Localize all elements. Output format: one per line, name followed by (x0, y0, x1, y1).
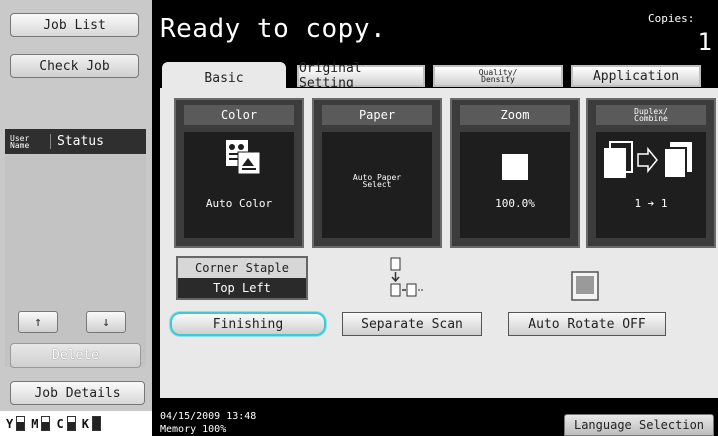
job-list-button[interactable]: Job List (10, 13, 139, 37)
toner-black: K (82, 416, 101, 431)
delete-button[interactable]: Delete (10, 343, 141, 368)
toner-letter: M (31, 416, 39, 431)
auto-rotate-off-button[interactable]: Auto Rotate OFF (508, 312, 666, 336)
tab-original-setting[interactable]: Original Setting (297, 61, 425, 91)
tab-application[interactable]: Application (571, 65, 701, 87)
date-time: 04/15/2009 13:48 (160, 411, 257, 422)
zoom-display: 100.0% (460, 132, 570, 238)
main-panel: Ready to copy. Copies: 1 Basic Original … (152, 0, 718, 436)
paper-setting-button[interactable]: Paper Auto Paper Select (312, 98, 442, 248)
basic-settings-panel: Color Auto Color Paper Auto Paper Select… (160, 88, 718, 398)
arrow-up-icon: ↑ (34, 314, 42, 330)
left-panel: Job List Check Job User Name Status ↑ ↓ … (0, 0, 152, 436)
status-column-header: Status (50, 134, 104, 149)
memory-status: Memory 100% (160, 424, 227, 435)
zoom-value: 100.0% (495, 197, 535, 210)
staple-type: Corner Staple (178, 258, 306, 278)
color-display: Auto Color (184, 132, 294, 238)
toner-letter: C (56, 416, 64, 431)
separate-scan-icon (390, 257, 423, 297)
color-value: Auto Color (205, 197, 273, 210)
color-setting-button[interactable]: Color Auto Color (174, 98, 304, 248)
duplex-title: Duplex/ Combine (596, 105, 706, 125)
color-document-icon (226, 140, 261, 175)
tab-quality-density[interactable]: Quality/ Density (433, 65, 563, 87)
toner-levels: Y M C K (0, 411, 152, 436)
finishing-button[interactable]: Finishing (170, 312, 326, 336)
paper-value: Auto Paper Select (352, 173, 402, 189)
arrow-down-icon: ↓ (102, 314, 110, 330)
duplex-value: 1 ➔ 1 (634, 197, 668, 210)
toner-letter: Y (6, 416, 14, 431)
staple-position: Top Left (178, 278, 306, 298)
color-title: Color (184, 105, 294, 125)
check-job-button[interactable]: Check Job (10, 54, 139, 78)
paper-display: Auto Paper Select (322, 132, 432, 238)
job-details-button[interactable]: Job Details (10, 381, 145, 405)
language-selection-button[interactable]: Language Selection (564, 414, 714, 436)
copies-label: Copies: (648, 12, 695, 25)
toner-level-icon (41, 416, 51, 431)
toner-cyan: C (56, 416, 76, 431)
scroll-up-button[interactable]: ↑ (18, 311, 58, 333)
copies-count: 1 (697, 28, 712, 56)
paper-title: Paper (322, 105, 432, 125)
toner-yellow: Y (6, 416, 26, 431)
toner-level-icon (66, 416, 76, 431)
toner-level-icon (91, 416, 101, 431)
toner-level-icon (16, 416, 26, 431)
job-list-header: User Name Status (5, 129, 146, 154)
toner-magenta: M (31, 416, 51, 431)
page-icon (502, 154, 528, 180)
staple-setting[interactable]: Corner Staple Top Left (176, 256, 308, 300)
toner-letter: K (81, 416, 89, 431)
duplex-pages-icon (604, 141, 692, 179)
job-list[interactable] (5, 155, 146, 367)
separate-scan-button[interactable]: Separate Scan (342, 312, 482, 336)
zoom-setting-button[interactable]: Zoom 100.0% (450, 98, 580, 248)
duplex-display: 1 ➔ 1 (596, 132, 706, 238)
scroll-down-button[interactable]: ↓ (86, 311, 126, 333)
auto-rotate-icon (571, 271, 599, 301)
duplex-combine-button[interactable]: Duplex/ Combine 1 ➔ 1 (586, 98, 716, 248)
user-name-column-header: User Name (10, 133, 30, 150)
copier-screen: Job List Check Job User Name Status ↑ ↓ … (0, 0, 718, 436)
status-message: Ready to copy. (160, 14, 387, 44)
zoom-title: Zoom (460, 105, 570, 125)
